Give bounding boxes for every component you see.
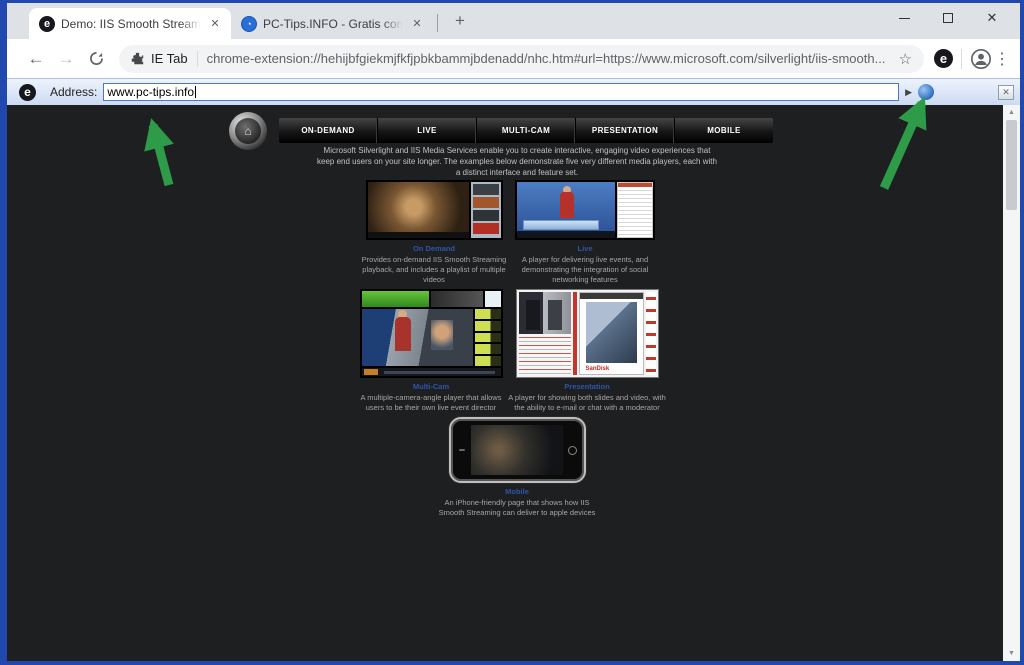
mobile-desc: An iPhone-friendly page that shows how I… bbox=[438, 498, 596, 518]
address-value: www.pc-tips.info bbox=[107, 85, 194, 99]
site-navbar: ON-DEMAND LIVE MULTI-CAM PRESENTATION MO… bbox=[279, 118, 773, 143]
omnibox[interactable]: IE Tab chrome-extension://hehijbfgiekmjf… bbox=[119, 45, 924, 73]
tab-strip: e Demo: IIS Smooth Streaming | Fe ✕ ◔ PC… bbox=[7, 3, 1020, 39]
minimize-icon bbox=[899, 18, 910, 19]
tab-pctips[interactable]: ◔ PC-Tips.INFO - Gratis computer t ✕ bbox=[231, 8, 433, 39]
ietab-extension-icon[interactable]: e bbox=[934, 49, 953, 68]
maximize-icon bbox=[943, 13, 953, 23]
forward-button[interactable]: → bbox=[51, 49, 81, 69]
ondemand-link[interactable]: On Demand bbox=[413, 244, 455, 253]
multicam-angles-image bbox=[475, 309, 501, 366]
close-icon: ✕ bbox=[987, 13, 998, 23]
multicam-controls-image bbox=[362, 368, 501, 376]
address-label: Address: bbox=[50, 85, 97, 99]
maximize-button[interactable] bbox=[926, 4, 970, 32]
tab-separator bbox=[437, 14, 438, 32]
nav-item-ondemand[interactable]: ON-DEMAND bbox=[279, 118, 378, 143]
scroll-up-icon[interactable]: ▲ bbox=[1008, 105, 1015, 120]
home-button[interactable]: ⌂ bbox=[229, 112, 267, 150]
presentation-thumbnail[interactable]: SanDisk bbox=[516, 289, 659, 378]
live-link[interactable]: Live bbox=[577, 244, 592, 253]
profile-avatar-icon[interactable] bbox=[970, 48, 992, 70]
browser-toolbar: ← → IE Tab chrome-extension://hehijbfgie… bbox=[7, 39, 1020, 78]
card-mobile: Mobile An iPhone-friendly page that show… bbox=[427, 417, 607, 518]
live-thumbnail[interactable] bbox=[515, 180, 655, 240]
nav-item-live[interactable]: LIVE bbox=[378, 118, 477, 143]
nav-item-presentation[interactable]: PRESENTATION bbox=[576, 118, 675, 143]
card-live: Live A player for delivering live events… bbox=[505, 180, 665, 285]
ietab-settings-icon[interactable] bbox=[918, 84, 934, 100]
nav-item-multicam[interactable]: MULTI-CAM bbox=[477, 118, 576, 143]
nav-item-mobile[interactable]: MOBILE bbox=[675, 118, 773, 143]
home-icon: ⌂ bbox=[235, 118, 261, 144]
presentation-link[interactable]: Presentation bbox=[564, 382, 609, 391]
url-text: chrome-extension://hehijbfgiekmjfkfjpbkb… bbox=[207, 51, 891, 66]
mobile-link[interactable]: Mobile bbox=[505, 487, 529, 496]
tab-title: Demo: IIS Smooth Streaming | Fe bbox=[61, 17, 201, 31]
multicam-thumbnail[interactable] bbox=[360, 289, 503, 378]
card-presentation: SanDisk Presentation A player for showin… bbox=[507, 289, 667, 413]
ondemand-desc: Provides on-demand IIS Smooth Streaming … bbox=[355, 255, 513, 285]
tab-close-icon[interactable]: ✕ bbox=[207, 16, 223, 32]
page-content: ⌂ ON-DEMAND LIVE MULTI-CAM PRESENTATION … bbox=[7, 105, 1020, 661]
mobile-thumbnail[interactable] bbox=[449, 417, 586, 483]
ondemand-thumbnail[interactable] bbox=[366, 180, 503, 240]
ietab-close-button[interactable]: ✕ bbox=[998, 85, 1014, 100]
new-tab-button[interactable]: + bbox=[448, 11, 472, 31]
extension-name-label: IE Tab bbox=[151, 51, 188, 66]
close-button[interactable]: ✕ bbox=[970, 4, 1014, 32]
tab-title: PC-Tips.INFO - Gratis computer t bbox=[263, 17, 403, 31]
presentation-slide-image: SanDisk bbox=[579, 292, 644, 375]
tab-close-icon[interactable]: ✕ bbox=[409, 16, 425, 32]
omnibox-separator bbox=[197, 51, 198, 67]
live-desc: A player for delivering live events, and… bbox=[506, 255, 664, 285]
window-controls: ✕ bbox=[882, 3, 1014, 33]
ietab-favicon-icon: e bbox=[39, 16, 55, 32]
browser-window: e Demo: IIS Smooth Streaming | Fe ✕ ◔ PC… bbox=[0, 0, 1024, 665]
iphone-speaker-image bbox=[459, 449, 465, 451]
presentation-sidebar-image bbox=[646, 292, 656, 375]
ietab-address-bar: e Address: www.pc-tips.info ▶ ✕ bbox=[7, 78, 1020, 105]
ietab-logo-icon: e bbox=[19, 84, 36, 101]
tab-demo-iis[interactable]: e Demo: IIS Smooth Streaming | Fe ✕ bbox=[29, 8, 231, 39]
address-input[interactable]: www.pc-tips.info bbox=[103, 83, 899, 101]
back-button[interactable]: ← bbox=[21, 49, 51, 69]
multicam-link[interactable]: Multi-Cam bbox=[413, 382, 449, 391]
scrollbar-thumb[interactable] bbox=[1006, 120, 1017, 210]
minimize-button[interactable] bbox=[882, 4, 926, 32]
presentation-video-image bbox=[519, 292, 571, 375]
iphone-home-button-image bbox=[568, 446, 577, 455]
browser-menu-button[interactable]: ⋮ bbox=[992, 49, 1012, 69]
page-scrollbar[interactable]: ▲ ▼ bbox=[1003, 105, 1020, 661]
presentation-desc: A player for showing both slides and vid… bbox=[508, 393, 666, 413]
live-social-panel-image bbox=[617, 182, 653, 238]
iphone-screen-image bbox=[471, 425, 563, 475]
bookmark-star-icon[interactable]: ☆ bbox=[899, 50, 912, 68]
ondemand-video-image bbox=[368, 182, 469, 238]
pctips-favicon-icon: ◔ bbox=[241, 16, 257, 32]
text-caret bbox=[195, 86, 196, 98]
multicam-video-image bbox=[362, 309, 473, 366]
intro-paragraph: Microsoft Silverlight and IIS Media Serv… bbox=[315, 146, 719, 178]
live-video-image bbox=[517, 182, 615, 238]
reload-button[interactable] bbox=[81, 51, 111, 66]
card-ondemand: On Demand Provides on-demand IIS Smooth … bbox=[355, 180, 513, 285]
ondemand-playlist-image bbox=[471, 182, 501, 238]
multicam-desc: A multiple-camera-angle player that allo… bbox=[352, 393, 510, 413]
toolbar-separator bbox=[961, 49, 962, 69]
slide-brand-text: SanDisk bbox=[580, 366, 643, 374]
go-button[interactable]: ▶ bbox=[905, 87, 912, 98]
card-multicam: Multi-Cam A multiple-camera-angle player… bbox=[351, 289, 511, 413]
multicam-banner-image bbox=[362, 291, 501, 307]
extension-puzzle-icon bbox=[131, 52, 144, 65]
reload-icon bbox=[89, 51, 104, 66]
presentation-divider-image bbox=[573, 292, 577, 375]
scroll-down-icon[interactable]: ▼ bbox=[1008, 646, 1015, 661]
